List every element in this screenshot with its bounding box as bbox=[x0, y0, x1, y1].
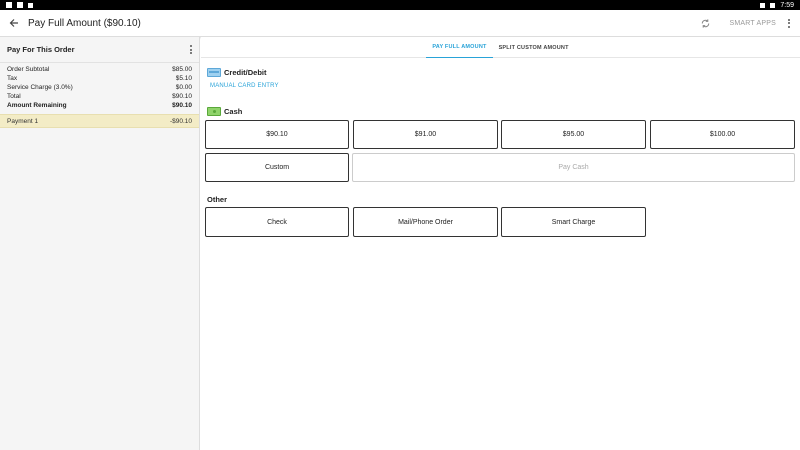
manual-card-entry-link[interactable]: MANUAL CARD ENTRY bbox=[210, 83, 279, 89]
tax-row: Tax $5.10 bbox=[7, 74, 192, 83]
cash-amount-button[interactable]: $90.10 bbox=[205, 120, 349, 149]
order-summary-header: Pay For This Order bbox=[0, 37, 199, 63]
order-totals: Order Subtotal $85.00 Tax $5.10 Service … bbox=[0, 63, 199, 110]
row-value: $5.10 bbox=[175, 75, 192, 82]
smart-apps-button[interactable]: SMART APPS bbox=[730, 20, 776, 27]
payment-row[interactable]: Payment 1 -$90.10 bbox=[0, 114, 199, 128]
credit-header: Credit/Debit bbox=[207, 68, 279, 77]
mail-phone-order-button[interactable]: Mail/Phone Order bbox=[353, 207, 498, 237]
sync-button[interactable] bbox=[696, 13, 716, 33]
order-summary-title: Pay For This Order bbox=[7, 45, 75, 54]
status-time: 7:59 bbox=[780, 1, 794, 9]
smart-charge-button[interactable]: Smart Charge bbox=[501, 207, 646, 237]
custom-cash-button[interactable]: Custom bbox=[205, 153, 349, 182]
pay-cash-button[interactable]: Pay Cash bbox=[352, 153, 795, 182]
credit-title: Credit/Debit bbox=[224, 68, 267, 77]
cash-section: Cash bbox=[207, 107, 242, 116]
cash-amount-button[interactable]: $95.00 bbox=[501, 120, 646, 149]
service-charge-row: Service Charge (3.0%) $0.00 bbox=[7, 83, 192, 92]
tab-split-custom-amount[interactable]: SPLIT CUSTOM AMOUNT bbox=[493, 37, 575, 58]
sync-icon bbox=[701, 18, 710, 28]
row-label: Service Charge (3.0%) bbox=[7, 84, 73, 91]
row-value: $0.00 bbox=[175, 84, 192, 91]
row-label: Tax bbox=[7, 75, 18, 82]
cash-amount-button[interactable]: $91.00 bbox=[353, 120, 498, 149]
row-label: Order Subtotal bbox=[7, 66, 50, 73]
cash-icon bbox=[207, 107, 221, 116]
payment-label: Payment 1 bbox=[7, 117, 39, 125]
status-bar: 7:59 bbox=[0, 0, 800, 10]
overflow-menu-button[interactable] bbox=[782, 13, 796, 33]
credit-section: Credit/Debit MANUAL CARD ENTRY bbox=[207, 68, 279, 89]
row-label: Total bbox=[7, 93, 21, 100]
tab-pay-full-amount[interactable]: PAY FULL AMOUNT bbox=[426, 37, 493, 58]
cash-amount-button[interactable]: $100.00 bbox=[650, 120, 795, 149]
row-value: $90.10 bbox=[172, 102, 192, 109]
more-vert-icon bbox=[788, 18, 790, 28]
app-bar: Pay Full Amount ($90.10) SMART APPS bbox=[0, 10, 800, 37]
check-button[interactable]: Check bbox=[205, 207, 349, 237]
credit-card-icon bbox=[207, 68, 221, 77]
more-vert-icon bbox=[190, 45, 192, 54]
payment-tabs: PAY FULL AMOUNT SPLIT CUSTOM AMOUNT bbox=[201, 37, 800, 58]
total-row: Total $90.10 bbox=[7, 92, 192, 101]
battery-icon bbox=[770, 2, 776, 8]
payment-value: -$90.10 bbox=[169, 117, 192, 125]
row-label: Amount Remaining bbox=[7, 102, 67, 109]
back-arrow-icon bbox=[9, 19, 18, 27]
payment-main: PAY FULL AMOUNT SPLIT CUSTOM AMOUNT Cred… bbox=[201, 37, 800, 450]
wifi-icon bbox=[760, 2, 766, 8]
amount-remaining-row: Amount Remaining $90.10 bbox=[7, 101, 192, 110]
other-title: Other bbox=[207, 195, 228, 204]
order-menu-button[interactable] bbox=[190, 45, 192, 54]
cash-title: Cash bbox=[224, 107, 243, 116]
back-button[interactable] bbox=[0, 10, 28, 37]
notification-icon bbox=[17, 2, 23, 8]
notification-icon bbox=[6, 2, 12, 8]
row-value: $85.00 bbox=[172, 66, 192, 73]
subtotal-row: Order Subtotal $85.00 bbox=[7, 65, 192, 74]
other-section: Other bbox=[207, 195, 227, 204]
cash-header: Cash bbox=[207, 107, 242, 116]
row-value: $90.10 bbox=[172, 93, 192, 100]
order-summary-panel: Pay For This Order Order Subtotal $85.00… bbox=[0, 37, 200, 450]
other-header: Other bbox=[207, 195, 227, 204]
download-icon bbox=[28, 2, 33, 8]
page-title: Pay Full Amount ($90.10) bbox=[28, 17, 141, 29]
